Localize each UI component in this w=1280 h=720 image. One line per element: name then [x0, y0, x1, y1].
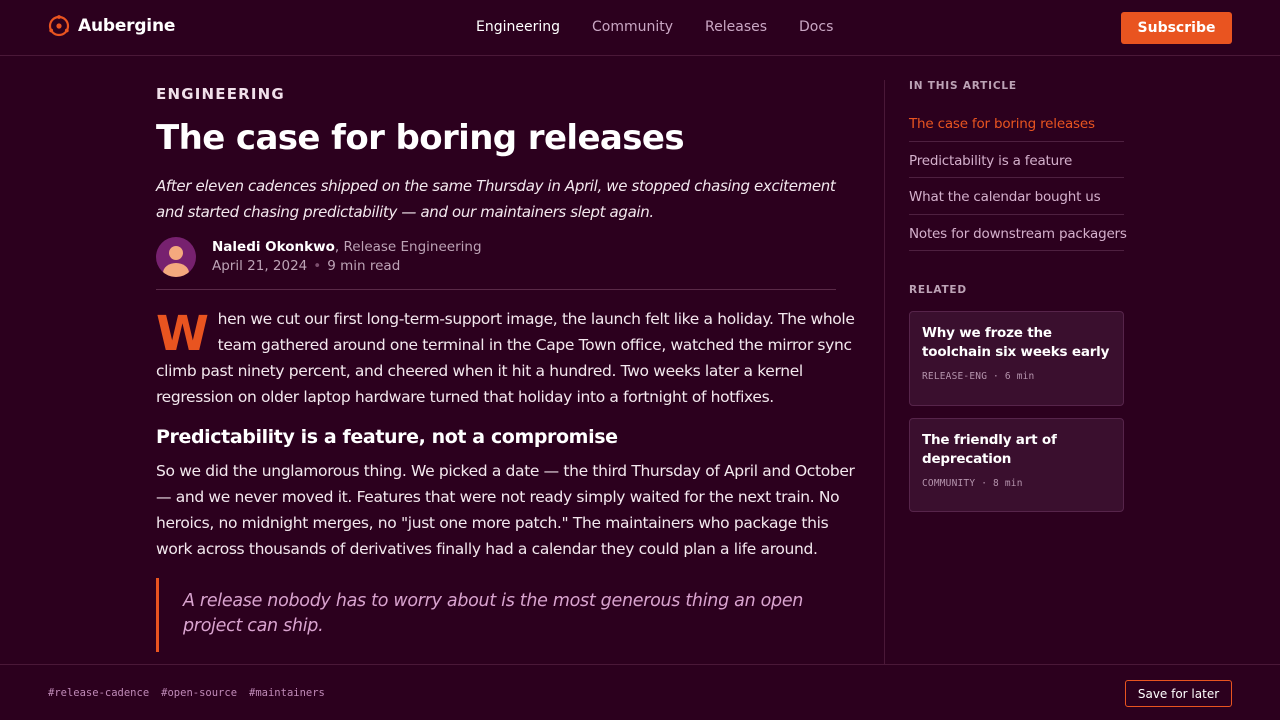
pull-quote-text: A release nobody has to worry about is t… — [183, 591, 804, 636]
drop-cap: W — [156, 306, 209, 362]
toc-label: IN THIS ARTICLE — [909, 80, 1017, 92]
related-article-meta: COMMUNITY · 8 min — [922, 478, 1023, 489]
toc-item[interactable]: The case for boring releases — [909, 105, 1124, 142]
toc-item[interactable]: Predictability is a feature — [909, 142, 1124, 178]
related-article-card[interactable]: The friendly art of deprecation COMMUNIT… — [909, 418, 1124, 512]
publish-date: April 21, 2024 — [212, 258, 308, 274]
circle-of-friends-icon — [48, 15, 70, 37]
pull-quote: A release nobody has to worry about is t… — [156, 578, 836, 652]
article-sidebar: IN THIS ARTICLE The case for boring rele… — [884, 80, 1127, 664]
author-avatar[interactable] — [156, 237, 196, 277]
author-role: Release Engineering — [343, 239, 482, 255]
nav-link-community[interactable]: Community — [592, 19, 673, 35]
top-navigation-bar: Aubergine Engineering Community Releases… — [0, 0, 1280, 56]
person-avatar-icon — [163, 246, 189, 277]
related-article-meta: RELEASE-ENG · 6 min — [922, 371, 1035, 382]
nav-link-engineering[interactable]: Engineering — [476, 19, 560, 35]
lead-paragraph-text: hen we cut our first long-term-support i… — [156, 310, 855, 406]
related-article-card[interactable]: Why we froze the toolchain six weeks ear… — [909, 311, 1124, 406]
author-line: Naledi Okonkwo, Release Engineering — [212, 239, 482, 255]
related-label: RELATED — [909, 284, 967, 296]
tag-link[interactable]: #open-source — [161, 687, 237, 699]
related-article-title: Why we froze the toolchain six weeks ear… — [922, 325, 1110, 360]
save-for-later-button[interactable]: Save for later — [1125, 680, 1232, 707]
article-title: The case for boring releases — [156, 118, 685, 158]
subscribe-button[interactable]: Subscribe — [1121, 12, 1232, 44]
toc-item[interactable]: Notes for downstream packagers — [909, 215, 1127, 251]
tag-link[interactable]: #maintainers — [249, 687, 325, 699]
sticky-footer-bar: #release-cadence #open-source #maintaine… — [0, 664, 1280, 720]
table-of-contents: The case for boring releases Predictabil… — [909, 105, 1127, 251]
brand-logo[interactable]: Aubergine — [48, 15, 175, 37]
brand-name: Aubergine — [78, 16, 176, 36]
nav-link-docs[interactable]: Docs — [799, 19, 833, 35]
section-paragraph: So we did the unglamorous thing. We pick… — [156, 462, 855, 558]
meta-separator-dot: • — [313, 258, 322, 274]
article-category[interactable]: ENGINEERING — [156, 85, 285, 103]
article-dek: After eleven cadences shipped on the sam… — [156, 177, 836, 221]
section-heading: Predictability is a feature, not a compr… — [156, 426, 618, 448]
nav-link-releases[interactable]: Releases — [705, 19, 767, 35]
author-name[interactable]: Naledi Okonkwo — [212, 239, 335, 255]
tag-list: #release-cadence #open-source #maintaine… — [48, 687, 337, 699]
read-time: 9 min read — [327, 258, 401, 274]
lead-paragraph: When we cut our first long-term-support … — [156, 306, 856, 410]
tag-link[interactable]: #release-cadence — [48, 687, 149, 699]
toc-item[interactable]: What the calendar bought us — [909, 178, 1124, 215]
byline: Naledi Okonkwo, Release Engineering Apri… — [156, 237, 836, 290]
related-article-title: The friendly art of deprecation — [922, 432, 1057, 467]
article-meta: April 21, 2024 • 9 min read — [212, 258, 400, 274]
primary-nav: Engineering Community Releases Docs — [476, 19, 865, 35]
